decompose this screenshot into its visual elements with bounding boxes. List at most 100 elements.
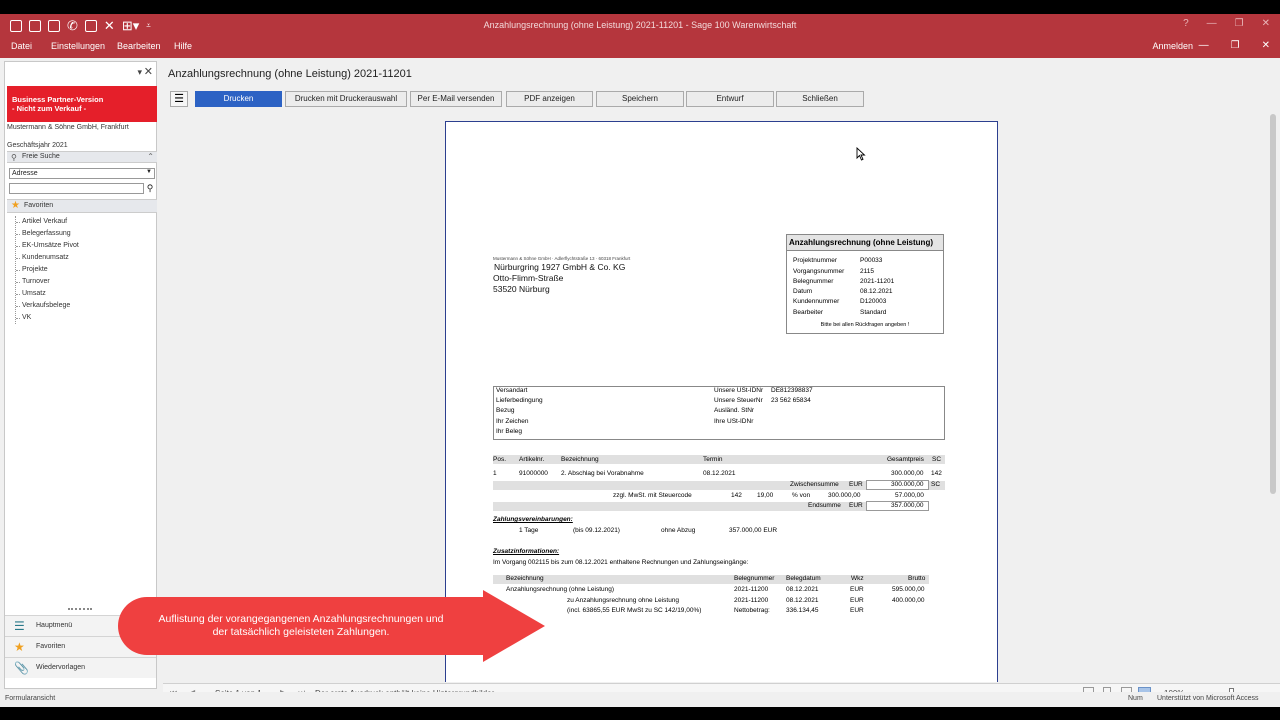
tree-item-projekte[interactable]: Projekte (16, 264, 79, 276)
tax-label: Unsere SteuerNr (714, 397, 763, 404)
sender-line: Mustermann & Söhne GmbH · Adlerflychtstr… (493, 256, 631, 261)
show-pdf-button[interactable]: PDF anzeigen (506, 91, 593, 107)
splitter-grip[interactable] (68, 608, 92, 610)
menu-hilfe[interactable]: Hilfe (174, 41, 192, 51)
info-value: 2021-11201 (860, 278, 895, 285)
draft-button[interactable]: Entwurf (686, 91, 774, 107)
prev-col-bez: Bezeichnung (506, 575, 544, 582)
restore-icon[interactable]: ❐ (1235, 18, 1244, 29)
tax-value: 23 562 65834 (771, 397, 811, 404)
col-sc: SC (932, 456, 942, 463)
search-type-value: Adresse (12, 170, 38, 177)
doc-close-icon[interactable]: ✕ (1262, 40, 1270, 51)
subtotal-currency: EUR (849, 481, 863, 488)
close-window-icon[interactable]: ✕ (1262, 18, 1270, 29)
save-button[interactable]: Speichern (596, 91, 684, 107)
document-info-box: Anzahlungsrechnung (ohne Leistung) Proje… (786, 234, 944, 334)
additional-info-text: Im Vorgang 002115 bis zum 08.12.2021 ent… (493, 559, 749, 566)
star-icon: ★ (14, 640, 25, 654)
ship-label: Bezug (496, 407, 515, 414)
minimize-icon[interactable]: — (1207, 18, 1217, 29)
vat-amount: 57.000,00 (895, 492, 924, 499)
recipient-name: Nürburgring 1927 GmbH & Co. KG (494, 262, 626, 272)
ship-label: Versandart (496, 387, 528, 394)
shipping-info-box: Versandart Lieferbedingung Bezug Ihr Zei… (493, 386, 945, 440)
print-with-printer-button[interactable]: Drucken mit Druckerauswahl (285, 91, 407, 107)
banner-line-1: Business Partner-Version (12, 95, 104, 104)
col-bezeichnung: Bezeichnung (561, 456, 599, 463)
tree-item-kundenumsatz[interactable]: Kundenumsatz (16, 252, 79, 264)
prev-row-wkz: EUR (850, 586, 864, 593)
info-note: Bitte bei allen Rückfragen angeben ! (820, 322, 910, 328)
tax-label: Unsere USt-IDNr (714, 387, 764, 394)
callout-line-1: Auflistung der vorangegangenen Anzahlung… (158, 613, 444, 625)
close-button[interactable]: Schließen (776, 91, 864, 107)
free-search-header[interactable]: ⚲ Freie Suche ⌃ (7, 151, 157, 163)
tree-item-artikel-verkauf[interactable]: Artikel Verkauf (16, 216, 79, 228)
paperclip-icon: 📎 (14, 661, 29, 675)
document-type-title: Anzahlungsrechnung (ohne Leistung) (787, 235, 943, 251)
row-sc: 142 (931, 470, 942, 477)
doc-restore-icon[interactable]: ❐ (1231, 40, 1240, 51)
tree-item-vk[interactable]: VK (16, 312, 79, 324)
prev-row-wkz: EUR (850, 597, 864, 604)
nav-label: Wiedervorlagen (36, 664, 86, 671)
collapse-icon[interactable]: ⌃ (147, 152, 154, 161)
login-button[interactable]: Anmelden (1152, 41, 1193, 51)
search-button-icon[interactable]: ⚲ (144, 183, 156, 194)
info-value: 08.12.2021 (860, 288, 893, 295)
send-email-button[interactable]: Per E-Mail versenden (410, 91, 502, 107)
tax-value: DE812398837 (771, 387, 813, 394)
search-type-select[interactable]: Adresse ▼ (9, 168, 155, 179)
vertical-scrollbar[interactable] (1270, 114, 1276, 494)
additional-info-heading: Zusatzinformationen: (493, 548, 560, 555)
company-name: Mustermann & Söhne GmbH, Frankfurt (7, 124, 129, 131)
row-gesamtpreis: 300.000,00 (891, 470, 924, 477)
star-icon: ★ (11, 200, 20, 211)
info-label: Projektnummer (793, 257, 838, 264)
callout-text: Auflistung der vorangegangenen Anzahlung… (111, 590, 491, 662)
menu-bearbeiten[interactable]: Bearbeiten (117, 41, 161, 51)
search-input[interactable] (9, 183, 144, 194)
tree-item-turnover[interactable]: Turnover (16, 276, 79, 288)
tree-item-verkaufsbelege[interactable]: Verkaufsbelege (16, 300, 79, 312)
help-icon[interactable]: ? (1183, 18, 1189, 29)
ship-label: Ihr Beleg (496, 428, 523, 435)
print-button[interactable]: Drucken (195, 91, 282, 107)
tree-item-ek-umsaetze-pivot[interactable]: EK-Umsätze Pivot (16, 240, 79, 252)
page-title: Anzahlungsrechnung (ohne Leistung) 2021-… (168, 68, 412, 80)
window-title: Anzahlungsrechnung (ohne Leistung) 2021-… (483, 20, 797, 30)
banner-line-2: - Nicht zum Verkauf - (12, 104, 87, 113)
pin-icon[interactable]: ▾ (137, 67, 142, 78)
info-label: Belegnummer (793, 278, 834, 285)
doc-minimize-icon[interactable]: — (1199, 40, 1209, 51)
recipient-street: Otto-Flimm-Straße (493, 273, 564, 283)
favorites-tree: Artikel Verkauf Belegerfassung EK-Umsätz… (15, 216, 79, 324)
info-value: D120003 (860, 298, 887, 305)
tree-item-umsatz[interactable]: Umsatz (16, 288, 79, 300)
total-value: 357.000,00 (891, 502, 924, 509)
favorites-header[interactable]: ★ Favoriten (7, 199, 157, 213)
status-view-mode: Formularansicht (5, 695, 56, 702)
menu-icon[interactable]: ☰ (170, 91, 188, 107)
subtotal-label: Zwischensumme (790, 481, 839, 488)
prev-row-datum: 08.12.2021 (786, 586, 819, 593)
prev-col-wkz: Wkz (851, 575, 864, 582)
prev-col-datum: Belegdatum (786, 575, 821, 582)
title-bar: ✆ ✕ ⊞▾ ⩡ Anzahlungsrechnung (ohne Leistu… (0, 14, 1280, 58)
menu-einstellungen[interactable]: Einstellungen (51, 41, 105, 51)
tree-item-belegerfassung[interactable]: Belegerfassung (16, 228, 79, 240)
col-gesamtpreis: Gesamtpreis (887, 456, 924, 463)
sidebar-close-icon[interactable]: ✕ (144, 65, 153, 78)
row-artikel: 91000000 (519, 470, 548, 477)
prev-row-bez: zu Anzahlungsrechnung ohne Leistung (567, 597, 680, 604)
tax-label: Ausländ. StNr (714, 407, 755, 414)
callout-line-2: der tatsächlich geleisteten Zahlungen. (212, 626, 390, 638)
menu-datei[interactable]: Datei (11, 41, 32, 51)
version-banner: Business Partner-Version - Nicht zum Ver… (7, 86, 157, 122)
prev-row-datum: 08.12.2021 (786, 597, 819, 604)
free-search-label: Freie Suche (22, 153, 60, 160)
vat-code: 142 (731, 492, 742, 499)
search-icon: ⚲ (11, 153, 17, 162)
net-label: Nettobetrag: (734, 607, 770, 614)
